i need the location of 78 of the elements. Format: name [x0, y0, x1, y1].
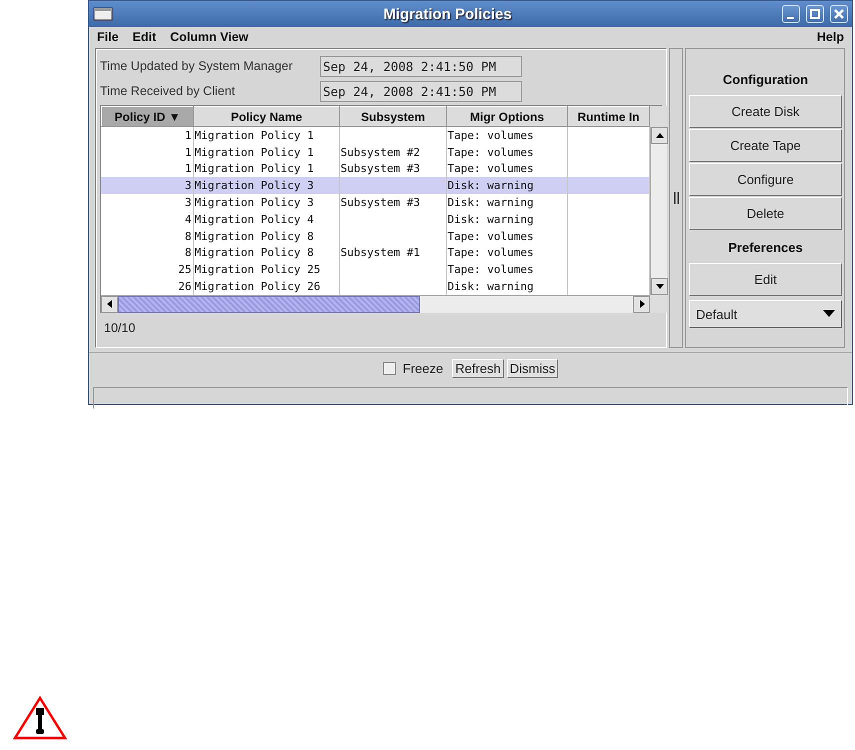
table-cell: 8: [101, 244, 193, 262]
table-row[interactable]: 8 Migration Policy 8 Tape: volumes: [101, 228, 649, 245]
column-header[interactable]: Migr Options: [446, 106, 568, 126]
action-button[interactable]: Configure: [689, 163, 842, 196]
table-row[interactable]: 3 Migration Policy 3 Disk: warning: [101, 177, 649, 194]
menu-item[interactable]: Help: [816, 30, 844, 44]
table-row[interactable]: 8 Migration Policy 8 Subsystem #1 Tape: volumes: [101, 244, 649, 262]
horizontal-scrollbar[interactable]: [101, 294, 650, 313]
time-field: Sep 24, 2008 2:41:50 PM: [320, 56, 522, 76]
splitter-handle[interactable]: [674, 192, 678, 204]
scrollbar-corner: [650, 294, 667, 313]
table-cell: Migration Policy 8: [193, 228, 339, 245]
table-cell: Subsystem #1: [339, 244, 446, 262]
minimize-icon[interactable]: [782, 5, 800, 23]
table-cell: 1: [101, 144, 193, 161]
scroll-down-icon[interactable]: [651, 278, 668, 295]
table-cell: Migration Policy 8: [193, 244, 339, 262]
maximize-icon[interactable]: [806, 5, 824, 23]
column-header[interactable]: Policy Name: [194, 106, 340, 126]
freeze-checkbox[interactable]: [382, 362, 396, 374]
table-cell: Disk: warning: [446, 194, 567, 211]
table-cell: 3: [101, 194, 193, 211]
window-title: Migration Policies: [382, 6, 513, 22]
action-button[interactable]: Dismiss: [506, 358, 558, 378]
scrollbar-thumb[interactable]: [118, 296, 420, 313]
checkbox-label: Freeze: [402, 360, 444, 376]
close-icon[interactable]: [830, 5, 848, 23]
table-cell: Migration Policy 4: [193, 210, 339, 228]
table-cell: Migration Policy 1: [193, 127, 339, 144]
column-header[interactable]: Runtime In: [568, 106, 650, 126]
table-row[interactable]: 1 Migration Policy 1 Tape: volumes: [101, 127, 649, 144]
window-menu-icon[interactable]: [93, 7, 113, 21]
table-cell: Tape: volumes: [446, 144, 567, 161]
scroll-left-icon[interactable]: [101, 296, 118, 313]
table-cell: 25: [101, 261, 193, 278]
table-cell: Tape: volumes: [446, 127, 567, 144]
table-cell: Migration Policy 1: [193, 144, 339, 161]
table-cell: 4: [101, 210, 193, 228]
table-cell: Tape: volumes: [446, 261, 567, 278]
caret-icon: [823, 310, 835, 318]
scroll-right-icon[interactable]: [633, 296, 650, 313]
warning-icon: [13, 695, 67, 741]
table-row[interactable]: 1 Migration Policy 1 Subsystem #2 Tape: volumes: [101, 144, 649, 161]
action-button[interactable]: Refresh: [452, 358, 504, 378]
field-label: Time Updated by System Manager: [100, 59, 294, 73]
vertical-scrollbar[interactable]: [650, 127, 667, 295]
table-cell: Tape: volumes: [446, 244, 567, 262]
action-button[interactable]: Delete: [689, 197, 842, 230]
table-cell: Migration Policy 25: [193, 261, 339, 278]
table-cell: 3: [101, 177, 193, 194]
table-row[interactable]: 4 Migration Policy 4 Disk: warning: [101, 210, 649, 228]
table-cell: 8: [101, 228, 193, 245]
table-cell: Migration Policy 3: [193, 177, 339, 194]
action-button[interactable]: Create Disk: [689, 95, 842, 128]
table-cell: Migration Policy 3: [193, 194, 339, 211]
action-button[interactable]: Edit: [689, 263, 842, 296]
table-row[interactable]: 25 Migration Policy 25 Tape: volumes: [101, 261, 649, 278]
table-cell: Disk: warning: [446, 177, 567, 194]
action-button[interactable]: Create Tape: [689, 129, 842, 162]
scroll-up-icon[interactable]: [651, 127, 668, 144]
section-heading: Configuration: [722, 71, 808, 89]
section-heading: Preferences: [728, 239, 803, 257]
preset-dropdown[interactable]: Default: [689, 300, 842, 328]
time-field: Sep 24, 2008 2:41:50 PM: [320, 80, 522, 102]
field-label: Time Received by Client: [100, 84, 236, 98]
table-cell: Subsystem #3: [339, 194, 446, 211]
table-cell: Tape: volumes: [446, 228, 567, 245]
menu-item[interactable]: Column View: [170, 30, 248, 44]
table-cell: 1: [101, 127, 193, 144]
column-header[interactable]: Policy ID ▼: [102, 106, 194, 126]
table-row[interactable]: 3 Migration Policy 3 Subsystem #3 Disk: warning: [101, 194, 649, 211]
row-count: 10/10: [104, 321, 136, 335]
column-header[interactable]: Subsystem: [340, 106, 446, 126]
menu-item[interactable]: File: [97, 30, 119, 44]
menu-item[interactable]: Edit: [132, 30, 156, 44]
header-corner: [650, 106, 667, 127]
table-cell: Subsystem #2: [339, 144, 446, 161]
table-cell: Disk: warning: [446, 210, 567, 228]
